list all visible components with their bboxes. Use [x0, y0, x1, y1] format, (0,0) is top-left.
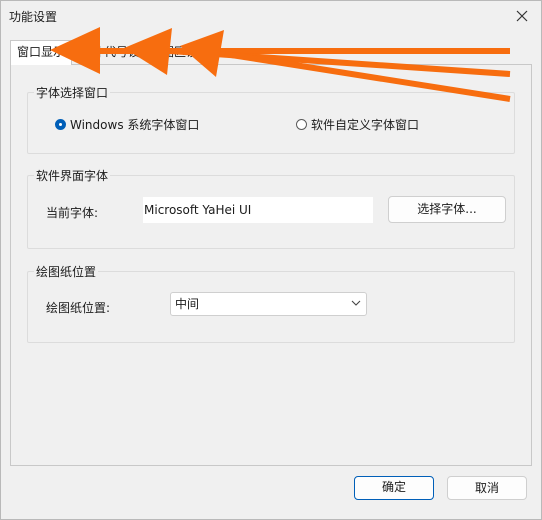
paper-position-select[interactable]: 中间 [170, 292, 367, 316]
radio-indicator [296, 119, 307, 130]
tab-software-code[interactable]: 软件代号设置 [76, 41, 142, 64]
radio-label: 软件自定义字体窗口 [311, 118, 420, 132]
group-label: 绘图纸位置 [34, 263, 99, 280]
choose-font-button[interactable]: 选择字体... [388, 196, 506, 223]
settings-dialog: 功能设置 窗口显示 软件代号设置 绘图区设置 字体选择窗口 Windows 系统… [0, 0, 542, 520]
ui-font-group: 软件界面字体 当前字体: Microsoft YaHei UI 选择字体... [27, 167, 515, 249]
radio-label: Windows 系统字体窗口 [70, 118, 200, 132]
title-bar: 功能设置 [1, 1, 541, 31]
ok-button[interactable]: 确定 [354, 476, 434, 500]
paper-position-label: 绘图纸位置: [46, 301, 111, 315]
tab-drawing-area[interactable]: 绘图区设置 [146, 41, 210, 64]
group-label: 软件界面字体 [34, 167, 111, 184]
current-font-label: 当前字体: [46, 206, 99, 220]
dialog-title: 功能设置 [9, 10, 58, 24]
chevron-down-icon [351, 300, 361, 306]
tab-window-display[interactable]: 窗口显示 [10, 40, 72, 65]
radio-indicator-selected [55, 119, 66, 130]
close-icon [516, 10, 528, 22]
select-value: 中间 [175, 297, 200, 311]
cancel-button[interactable]: 取消 [447, 476, 527, 500]
tab-panel: 字体选择窗口 Windows 系统字体窗口 软件自定义字体窗口 软件界面字体 当… [10, 64, 532, 466]
radio-custom-font[interactable]: 软件自定义字体窗口 [296, 116, 419, 133]
radio-windows-font[interactable]: Windows 系统字体窗口 [55, 116, 199, 133]
current-font-value: Microsoft YaHei UI [143, 197, 373, 223]
drawing-paper-group: 绘图纸位置 绘图纸位置: 中间 [27, 263, 515, 343]
close-button[interactable] [509, 4, 535, 28]
group-label: 字体选择窗口 [34, 84, 111, 101]
font-window-group: 字体选择窗口 Windows 系统字体窗口 软件自定义字体窗口 [27, 84, 515, 154]
